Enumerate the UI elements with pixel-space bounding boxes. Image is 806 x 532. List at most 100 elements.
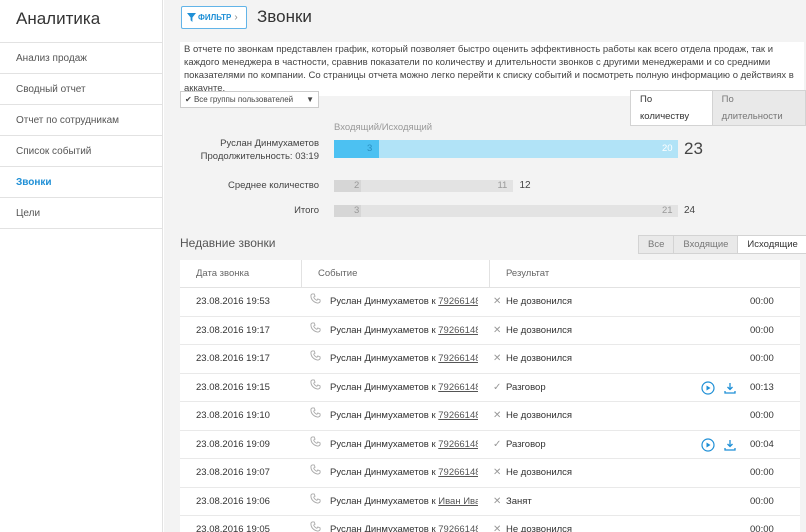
chart-row-name: Итого xyxy=(294,205,319,216)
sidebar-item[interactable]: Отчет по сотрудникам xyxy=(0,105,162,136)
call-event: Руслан Динмухаметов к 79266148270 xyxy=(330,288,478,316)
call-result: Не дозвонился xyxy=(506,296,573,307)
chart-row-duration: Продолжительность: 03:19 xyxy=(200,151,319,162)
call-duration: 00:13 xyxy=(750,381,774,393)
phone-icon xyxy=(310,345,321,373)
call-duration: 00:00 xyxy=(750,324,774,336)
table-row[interactable]: 23.08.2016 19:15 Руслан Динмухаметов к 79… xyxy=(180,374,800,402)
sidebar-item[interactable]: Анализ продаж xyxy=(0,43,162,74)
phone-icon xyxy=(310,516,321,532)
sidebar-item[interactable]: Список событий xyxy=(0,136,162,167)
filter-button[interactable]: ФИЛЬТР › xyxy=(181,6,247,29)
column-date[interactable]: Дата звонка xyxy=(180,260,302,287)
call-result: Не дозвонился xyxy=(506,524,573,532)
chart-bar-total xyxy=(334,140,678,158)
call-duration: 00:00 xyxy=(750,410,774,421)
table-row[interactable]: 23.08.2016 19:05 Руслан Динмухаметов к 79… xyxy=(180,516,800,532)
call-date: 23.08.2016 19:17 xyxy=(196,324,270,336)
sidebar: Аналитика Анализ продаж Сводный отчет Отче… xyxy=(0,0,163,532)
chart-row-label: Среднее количество xyxy=(164,179,319,192)
column-event[interactable]: Событие xyxy=(302,260,490,287)
column-result[interactable]: Результат xyxy=(490,260,800,287)
call-event: Руслан Динмухаметов к 79266148270 xyxy=(330,374,478,402)
callee-link[interactable]: 79266148270 xyxy=(438,325,478,336)
table-row[interactable]: 23.08.2016 19:10 Руслан Динмухаметов к 79… xyxy=(180,402,800,431)
main-content: ФИЛЬТР › Звонки В отчете по звонкам предс… xyxy=(164,0,806,532)
chart-total-label: 12 xyxy=(519,180,531,191)
phone-icon xyxy=(310,402,321,430)
chart-total-label: 23 xyxy=(684,139,703,158)
chart-bar-total xyxy=(334,205,678,217)
call-result: Не дозвонился xyxy=(506,324,573,336)
call-event: Руслан Динмухаметов к 79266148270 xyxy=(330,345,478,373)
check-icon: ✓ xyxy=(493,381,502,393)
chart-outgoing-label: 21 xyxy=(662,205,673,216)
tab[interactable]: Все xyxy=(639,236,673,253)
callee-link[interactable]: 79266148270 xyxy=(438,353,478,364)
callee-link[interactable]: 79266148270 xyxy=(438,382,478,393)
table-row[interactable]: 23.08.2016 19:07 Руслан Динмухаметов к 79… xyxy=(180,459,800,488)
call-duration: 00:04 xyxy=(750,438,774,450)
phone-icon xyxy=(310,288,321,316)
call-date: 23.08.2016 19:05 xyxy=(196,524,270,532)
call-duration: 00:00 xyxy=(750,353,774,364)
table-row[interactable]: 23.08.2016 19:53 Руслан Динмухаметов к 79… xyxy=(180,288,800,317)
call-result: Разговор xyxy=(506,438,546,450)
callee-link[interactable]: 79266148270 xyxy=(438,296,478,307)
filter-label: ФИЛЬТР xyxy=(198,13,232,22)
chart-incoming-label: 3 xyxy=(354,205,360,216)
cross-icon: ✕ xyxy=(493,495,502,507)
tab[interactable]: По длительности xyxy=(711,91,805,125)
caller-name: Руслан Динмухаметов к xyxy=(330,296,436,307)
cross-icon: ✕ xyxy=(493,353,502,364)
callee-link[interactable]: 79266148270 xyxy=(438,467,478,478)
chart-total-label: 24 xyxy=(684,205,696,216)
tab[interactable]: Входящие xyxy=(673,236,737,253)
chart-row-label: Руслан Динмухаметов Продолжительность: 03… xyxy=(164,137,319,163)
download-icon[interactable] xyxy=(723,381,737,395)
sidebar-nav: Анализ продаж Сводный отчет Отчет по сотру… xyxy=(0,43,162,229)
table-row[interactable]: 23.08.2016 19:17 Руслан Динмухаметов к 79… xyxy=(180,345,800,374)
sidebar-item[interactable]: Цели xyxy=(0,198,162,229)
callee-link[interactable]: Иван Иванов xyxy=(438,496,478,507)
user-group-select[interactable]: ✔ Все группы пользователей ▼ xyxy=(180,91,319,108)
caller-name: Руслан Динмухаметов к xyxy=(330,324,436,336)
sidebar-item[interactable]: Сводный отчет xyxy=(0,74,162,105)
call-result: Не дозвонился xyxy=(506,467,573,478)
table-row[interactable]: 23.08.2016 19:09 Руслан Динмухаметов к 79… xyxy=(180,431,800,459)
call-duration: 00:00 xyxy=(750,524,774,532)
chevron-right-icon: › xyxy=(234,12,238,23)
chart-bar-total xyxy=(334,180,514,192)
call-duration: 00:00 xyxy=(750,467,774,478)
caller-name: Руслан Динмухаметов к xyxy=(330,467,436,478)
table-row[interactable]: 23.08.2016 19:06 Руслан Динмухаметов к Ив… xyxy=(180,488,800,516)
caller-name: Руслан Динмухаметов к xyxy=(330,410,436,421)
check-icon: ✓ xyxy=(493,438,502,450)
call-event: Руслан Динмухаметов к Иван Иванов xyxy=(330,488,478,516)
call-result: Не дозвонился xyxy=(506,410,573,421)
chart-row-name: Руслан Динмухаметов xyxy=(220,138,319,149)
call-date: 23.08.2016 19:17 xyxy=(196,353,270,364)
call-event: Руслан Динмухаметов к 79266148270 xyxy=(330,431,478,459)
download-icon[interactable] xyxy=(723,438,737,452)
play-icon[interactable] xyxy=(701,437,715,452)
callee-link[interactable]: 79266148270 xyxy=(438,410,478,421)
caller-name: Руслан Динмухаметов к xyxy=(330,495,436,507)
call-direction-tabs: Все Входящие Исходящие xyxy=(638,235,806,254)
cross-icon: ✕ xyxy=(493,467,502,478)
chart-row-name: Среднее количество xyxy=(228,180,319,191)
callee-link[interactable]: 79266148270 xyxy=(438,439,478,450)
calls-table: Дата звонка Событие Результат 23.08.2016… xyxy=(180,260,800,532)
table-row[interactable]: 23.08.2016 19:17 Руслан Динмухаметов к 79… xyxy=(180,317,800,345)
callee-link[interactable]: 79266148270 xyxy=(438,524,478,532)
call-date: 23.08.2016 19:09 xyxy=(196,438,270,450)
tab[interactable]: По количеству xyxy=(631,91,712,125)
cross-icon: ✕ xyxy=(493,324,502,336)
caller-name: Руслан Динмухаметов к xyxy=(330,438,436,450)
play-icon[interactable] xyxy=(701,380,715,395)
cross-icon: ✕ xyxy=(493,524,502,532)
phone-icon xyxy=(310,459,321,487)
sidebar-item[interactable]: Звонки xyxy=(0,167,162,198)
call-result: Разговор xyxy=(506,381,546,393)
tab[interactable]: Исходящие xyxy=(737,236,806,253)
